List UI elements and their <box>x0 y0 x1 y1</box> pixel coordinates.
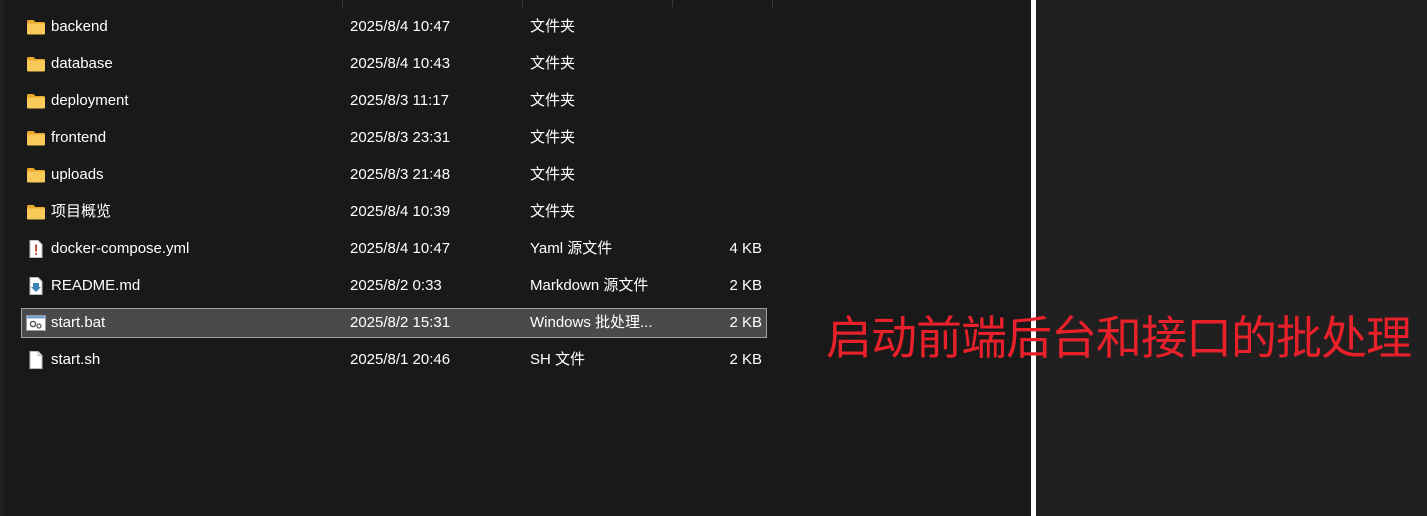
right-pane <box>1036 0 1427 516</box>
file-date: 2025/8/3 11:17 <box>350 92 449 109</box>
file-explorer: backend 2025/8/4 10:47 文件夹 database 2025/8/4… <box>0 0 1031 516</box>
file-icon <box>26 351 46 369</box>
file-date: 2025/8/1 20:46 <box>350 351 451 368</box>
folder-icon <box>26 55 46 73</box>
file-date: 2025/8/3 23:31 <box>350 129 451 146</box>
file-date: 2025/8/4 10:47 <box>350 18 451 35</box>
file-type: Yaml 源文件 <box>530 240 613 257</box>
batch-file-icon <box>26 314 46 332</box>
file-row[interactable]: start.bat 2025/8/2 15:31 Windows 批处理... 2 K… <box>21 308 767 338</box>
column-separator[interactable] <box>522 0 523 7</box>
file-name: start.bat <box>51 314 106 331</box>
file-row[interactable]: README.md 2025/8/2 0:33 Markdown 源文件 2 KB <box>21 271 767 301</box>
file-name: 项目概览 <box>51 203 112 220</box>
file-name: README.md <box>51 277 141 294</box>
file-type: 文件夹 <box>530 203 576 220</box>
file-size: 4 KB <box>729 240 762 257</box>
file-date: 2025/8/4 10:39 <box>350 203 451 220</box>
file-type: Windows 批处理... <box>530 314 653 331</box>
file-size: 2 KB <box>729 277 762 294</box>
file-type: 文件夹 <box>530 18 576 35</box>
file-type: 文件夹 <box>530 166 576 183</box>
file-type: 文件夹 <box>530 129 576 146</box>
folder-icon <box>26 166 46 184</box>
file-row[interactable]: frontend 2025/8/3 23:31 文件夹 <box>21 123 767 153</box>
annotation-text: 启动前端后台和接口的批处理 <box>826 311 1412 365</box>
column-separator[interactable] <box>342 0 343 7</box>
file-type: 文件夹 <box>530 55 576 72</box>
file-date: 2025/8/4 10:43 <box>350 55 451 72</box>
file-name: deployment <box>51 92 129 109</box>
file-row[interactable]: backend 2025/8/4 10:47 文件夹 <box>21 12 767 42</box>
file-size: 2 KB <box>729 314 762 331</box>
markdown-file-icon <box>26 277 46 295</box>
folder-icon <box>26 18 46 36</box>
file-type: 文件夹 <box>530 92 576 109</box>
folder-icon <box>26 92 46 110</box>
file-date: 2025/8/2 15:31 <box>350 314 451 331</box>
file-name: start.sh <box>51 351 101 368</box>
file-name: database <box>51 55 113 72</box>
column-separator[interactable] <box>672 0 673 7</box>
file-date: 2025/8/2 0:33 <box>350 277 442 294</box>
file-name: docker-compose.yml <box>51 240 190 257</box>
file-date: 2025/8/4 10:47 <box>350 240 451 257</box>
file-row[interactable]: uploads 2025/8/3 21:48 文件夹 <box>21 160 767 190</box>
file-name: backend <box>51 18 108 35</box>
file-size: 2 KB <box>729 351 762 368</box>
folder-icon <box>26 129 46 147</box>
column-separator[interactable] <box>772 0 773 7</box>
yaml-file-icon <box>26 240 46 258</box>
file-row[interactable]: deployment 2025/8/3 11:17 文件夹 <box>21 86 767 116</box>
file-name: frontend <box>51 129 107 146</box>
file-name: uploads <box>51 166 104 183</box>
file-type: Markdown 源文件 <box>530 277 649 294</box>
file-date: 2025/8/3 21:48 <box>350 166 451 183</box>
file-row[interactable]: database 2025/8/4 10:43 文件夹 <box>21 49 767 79</box>
file-type: SH 文件 <box>530 351 586 368</box>
window-edge <box>0 0 4 516</box>
file-row[interactable]: start.sh 2025/8/1 20:46 SH 文件 2 KB <box>21 345 767 375</box>
folder-icon <box>26 203 46 221</box>
file-row[interactable]: 项目概览 2025/8/4 10:39 文件夹 <box>21 197 767 227</box>
file-row[interactable]: docker-compose.yml 2025/8/4 10:47 Yaml 源文件… <box>21 234 767 264</box>
